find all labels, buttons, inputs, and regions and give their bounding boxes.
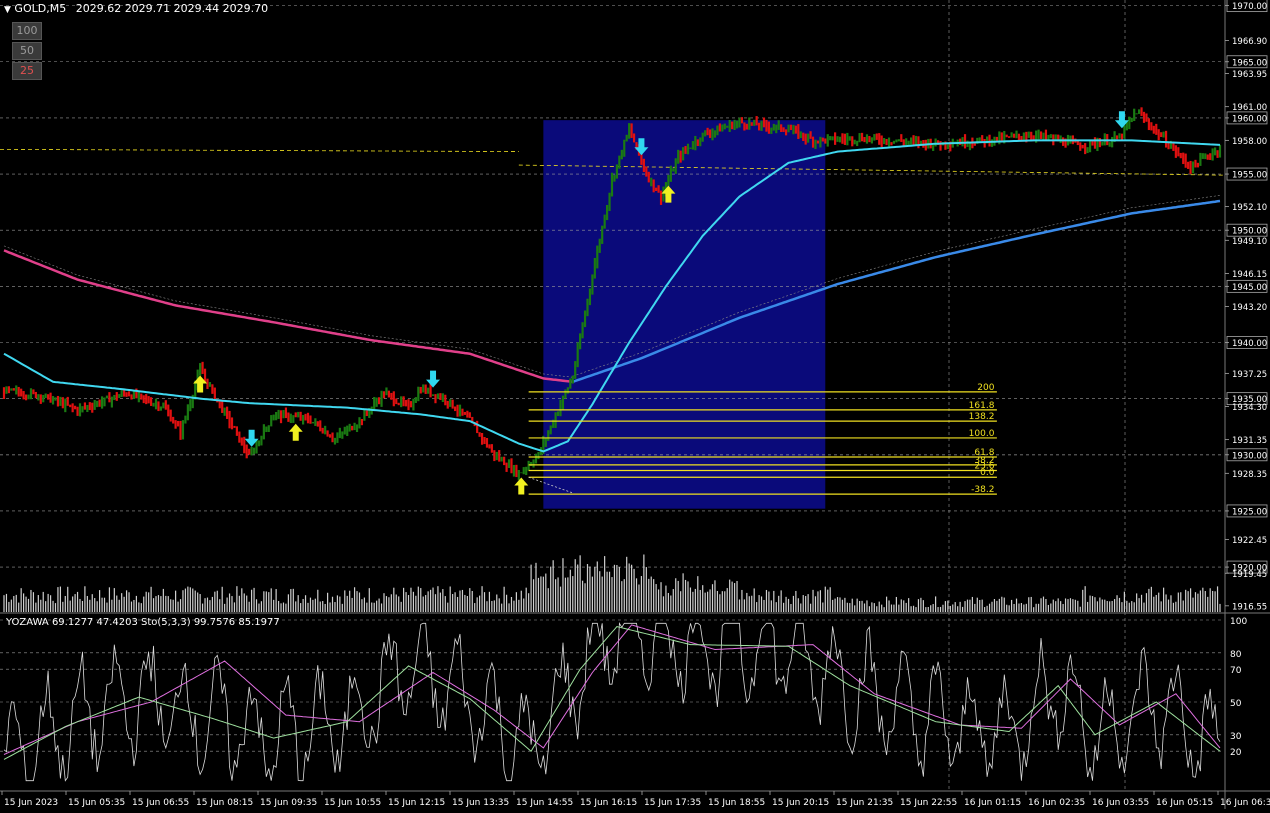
fib-label: -38.2	[971, 485, 994, 495]
price-tick-label: 1931.35	[1232, 436, 1267, 446]
osc-tick-label: 50	[1230, 699, 1242, 709]
price-tick-label: 1937.25	[1232, 370, 1267, 380]
time-tick-label: 15 Jun 06:55	[132, 798, 189, 808]
price-tick-label: 1952.10	[1232, 203, 1267, 213]
level-button-100[interactable]: 100	[12, 22, 42, 40]
fib-label: 200	[977, 383, 994, 393]
price-tick-label: 1960.00	[1232, 114, 1267, 124]
time-tick-label: 15 Jun 2023	[4, 798, 58, 808]
osc-tick-label: 100	[1230, 617, 1247, 627]
time-tick-label: 15 Jun 16:15	[580, 798, 637, 808]
time-tick-label: 15 Jun 20:15	[772, 798, 829, 808]
price-tick-label: 1943.20	[1232, 303, 1267, 313]
price-tick-label: 1919.45	[1232, 570, 1267, 580]
fib-label: 138.2	[969, 412, 995, 422]
price-tick-label: 1945.00	[1232, 283, 1267, 293]
osc-tick-label: 70	[1230, 666, 1242, 676]
price-tick-label: 1925.00	[1232, 507, 1267, 517]
time-tick-label: 15 Jun 17:35	[644, 798, 701, 808]
price-tick-label: 1970.00	[1232, 2, 1267, 12]
price-tick-label: 1930.00	[1232, 451, 1267, 461]
fib-label: 0.0	[980, 468, 995, 478]
time-tick-label: 15 Jun 14:55	[516, 798, 573, 808]
price-tick-label: 1965.00	[1232, 58, 1267, 68]
chart-svg[interactable]: 200161.8138.2100.061.838.223.60.0-38.210…	[0, 0, 1270, 809]
ohlc-readout: 2029.62 2029.71 2029.44 2029.70	[75, 2, 269, 15]
fib-label: 161.8	[969, 401, 995, 411]
time-tick-label: 16 Jun 03:55	[1092, 798, 1149, 808]
price-tick-label: 1940.00	[1232, 339, 1267, 349]
price-tick-label: 1963.95	[1232, 70, 1267, 80]
price-tick-label: 1922.45	[1232, 536, 1267, 546]
osc-tick-label: 20	[1230, 748, 1242, 758]
osc-tick-label: 80	[1230, 650, 1242, 660]
price-tick-label: 1946.15	[1232, 270, 1267, 280]
indicator-header: YOZAWA 69.1277 47.4203 Sto(5,3,3) 99.757…	[6, 617, 280, 628]
symbol-label: GOLD,M5	[14, 2, 67, 15]
time-tick-label: 15 Jun 21:35	[836, 798, 893, 808]
price-tick-label: 1955.00	[1232, 171, 1267, 181]
triangle-down-icon[interactable]: ▼	[4, 5, 11, 15]
level-button-25[interactable]: 25	[12, 62, 42, 80]
symbol-header: ▼ GOLD,M5 2029.62 2029.71 2029.44 2029.7…	[4, 2, 268, 15]
time-tick-label: 16 Jun 06:35	[1220, 798, 1270, 808]
osc-tick-label: 30	[1230, 732, 1242, 742]
time-tick-label: 15 Jun 12:15	[388, 798, 445, 808]
time-tick-label: 15 Jun 05:35	[68, 798, 125, 808]
price-tick-label: 1958.00	[1232, 137, 1267, 147]
chart-root: 200 161.8 138.2 100.0 61.8 38.2 23.6 0.0 -38.2 10…	[0, 0, 1270, 809]
price-tick-label: 1966.90	[1232, 37, 1267, 47]
time-tick-label: 15 Jun 22:55	[900, 798, 957, 808]
time-tick-label: 15 Jun 08:15	[196, 798, 253, 808]
price-tick-label: 1916.55	[1232, 602, 1267, 612]
time-tick-label: 15 Jun 09:35	[260, 798, 317, 808]
time-tick-label: 16 Jun 01:15	[964, 798, 1021, 808]
time-tick-label: 16 Jun 02:35	[1028, 798, 1085, 808]
time-tick-label: 15 Jun 13:35	[452, 798, 509, 808]
time-tick-label: 15 Jun 10:55	[324, 798, 381, 808]
fib-label: 100.0	[969, 429, 995, 439]
time-tick-label: 16 Jun 05:15	[1156, 798, 1213, 808]
price-tick-label: 1950.00	[1232, 227, 1267, 237]
time-tick-label: 15 Jun 18:55	[708, 798, 765, 808]
price-tick-label: 1928.35	[1232, 470, 1267, 480]
level-button-50[interactable]: 50	[12, 42, 42, 60]
price-tick-label: 1934.30	[1232, 403, 1267, 413]
price-tick-label: 1949.10	[1232, 237, 1267, 247]
